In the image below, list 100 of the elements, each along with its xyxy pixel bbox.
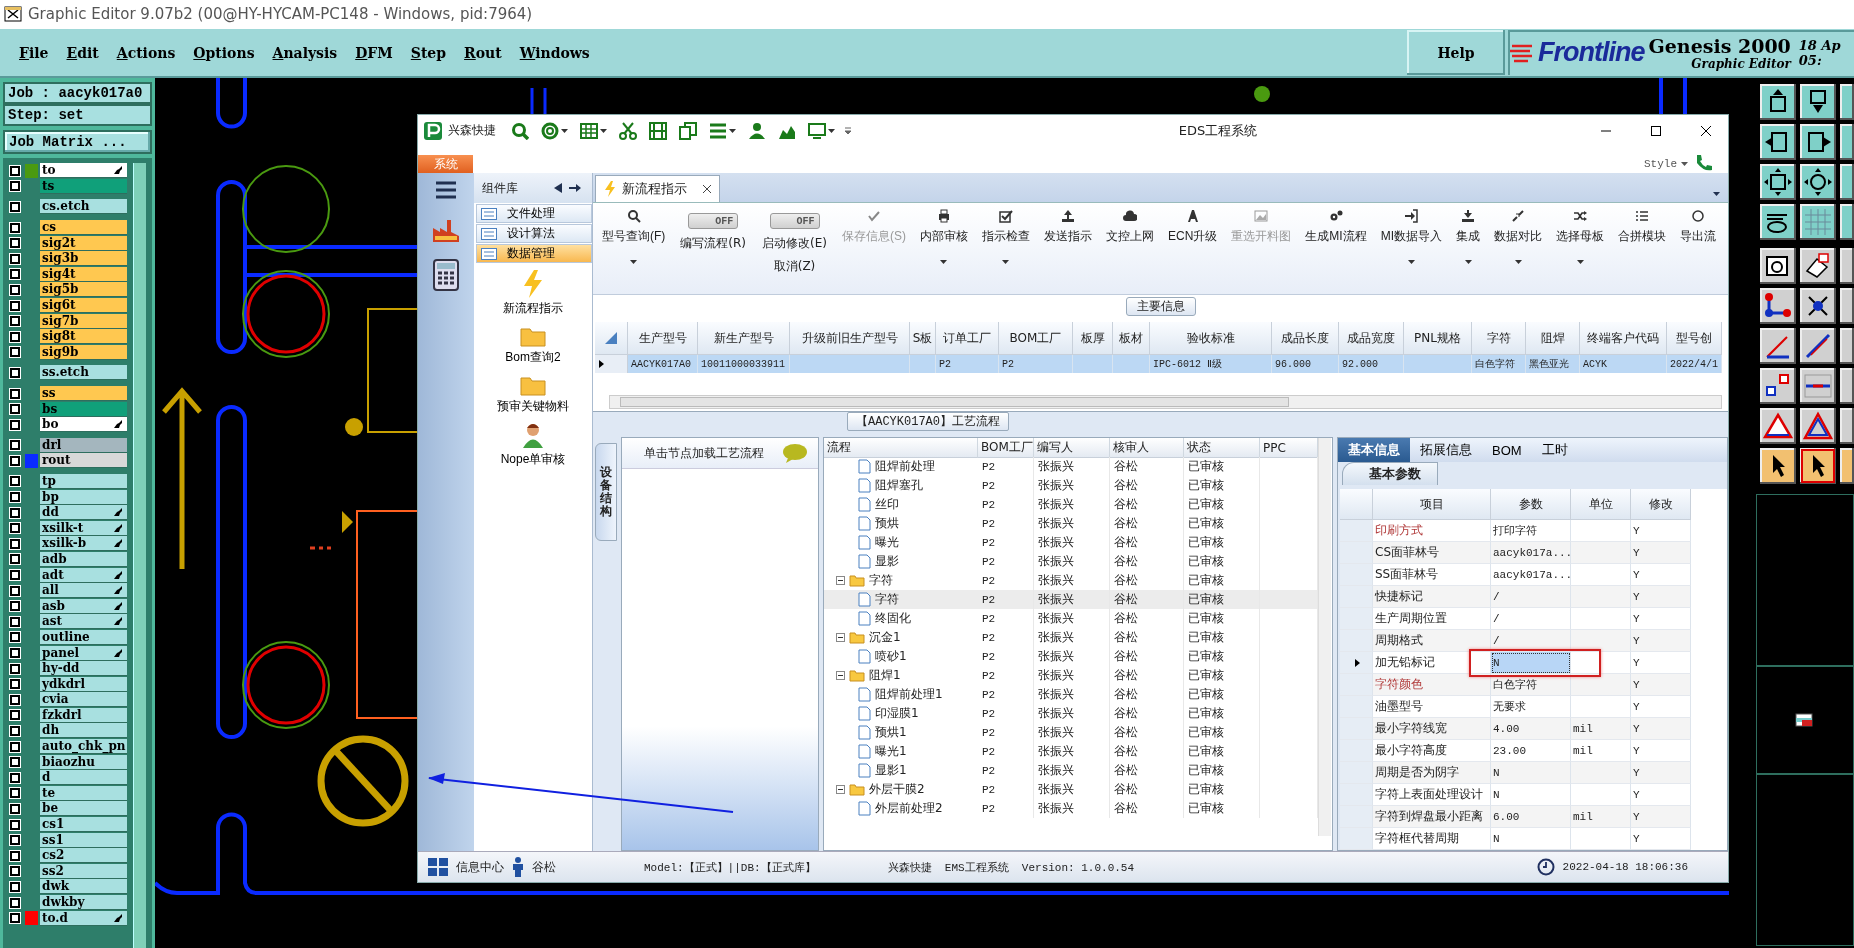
layer-checkbox[interactable] xyxy=(10,850,20,861)
job-matrix-button[interactable]: Job Matrix ... xyxy=(3,130,152,154)
column-header[interactable]: 单位 xyxy=(1571,489,1631,520)
tree-row[interactable]: 曝光 P2 张振兴 谷松 已审核 xyxy=(824,533,1318,552)
layer-name[interactable]: ydkdrl xyxy=(40,676,127,692)
layer-name[interactable]: sig2t xyxy=(40,235,127,251)
layer-name[interactable]: biaozhu xyxy=(40,754,127,770)
layer-checkbox[interactable] xyxy=(10,679,20,690)
layer-checkbox[interactable] xyxy=(10,347,20,358)
tool-button[interactable] xyxy=(1760,368,1796,404)
ribbon-button[interactable]: 选择母板 xyxy=(1549,207,1611,266)
column-header[interactable]: 流程 xyxy=(824,438,978,458)
layer-name[interactable]: cvia xyxy=(40,692,127,708)
ribbon-button[interactable]: MI数据导入 xyxy=(1373,207,1449,266)
layer-name[interactable]: bs xyxy=(40,401,127,417)
layer-name[interactable]: ss1 xyxy=(40,832,127,848)
tool-button[interactable] xyxy=(1840,124,1854,160)
layer-checkbox[interactable] xyxy=(10,835,20,846)
column-header[interactable]: 项目 xyxy=(1373,489,1491,520)
tool-button[interactable] xyxy=(1760,164,1796,200)
layer-name[interactable]: adt xyxy=(40,567,127,583)
tree-row[interactable]: 显影1 P2 张振兴 谷松 已审核 xyxy=(824,761,1318,780)
layer-name[interactable]: sig4t xyxy=(40,266,127,282)
tool-button[interactable] xyxy=(1800,448,1836,484)
layer-checkbox[interactable] xyxy=(10,881,20,892)
sidebar-item[interactable]: Bom查询2 xyxy=(474,324,592,367)
tab[interactable]: BOM xyxy=(1482,438,1532,462)
layer-name[interactable]: bp xyxy=(40,489,127,505)
tree-row[interactable]: 预烘1 P2 张振兴 谷松 已审核 xyxy=(824,723,1318,742)
layer-checkbox[interactable] xyxy=(10,601,20,612)
column-header[interactable]: 成品长度 xyxy=(1272,322,1339,355)
layer-checkbox[interactable] xyxy=(10,404,20,415)
layer-checkbox[interactable] xyxy=(10,663,20,674)
layer-checkbox[interactable] xyxy=(10,222,20,233)
toolbar-button[interactable] xyxy=(676,121,700,140)
tree-row[interactable]: 阻焊1 P2 张振兴 谷松 已审核 xyxy=(824,666,1318,685)
tree-row[interactable]: 阻焊前处理 P2 张振兴 谷松 已审核 xyxy=(824,457,1318,476)
layer-name[interactable]: d xyxy=(40,770,127,786)
layer-checkbox[interactable] xyxy=(10,181,20,192)
layer-checkbox[interactable] xyxy=(10,507,20,518)
tool-button[interactable] xyxy=(1840,368,1854,404)
layer-name[interactable]: tp xyxy=(40,474,127,489)
layer-name[interactable]: ss xyxy=(40,386,127,401)
tree-row[interactable]: 曝光1 P2 张振兴 谷松 已审核 xyxy=(824,742,1318,761)
tree-row[interactable]: 终固化 P2 张振兴 谷松 已审核 xyxy=(824,609,1318,628)
layer-name[interactable]: sig9b xyxy=(40,344,127,360)
layer-name[interactable]: to xyxy=(40,163,127,179)
layer-name[interactable]: cs.etch xyxy=(40,199,127,215)
tab[interactable]: 拓展信息 xyxy=(1410,438,1482,462)
ribbon-button[interactable]: 发送指示 xyxy=(1037,207,1099,247)
layer-name[interactable]: drl xyxy=(40,437,127,453)
layer-checkbox[interactable] xyxy=(10,819,20,830)
ribbon-button[interactable]: 数据对比 xyxy=(1487,207,1549,266)
ribbon-button[interactable]: ECN升级 xyxy=(1161,207,1225,247)
side-tab[interactable]: 设备结构 xyxy=(595,443,617,541)
layer-checkbox[interactable] xyxy=(10,803,20,814)
tree-row[interactable]: 喷砂1 P2 张振兴 谷松 已审核 xyxy=(824,647,1318,666)
layer-checkbox[interactable] xyxy=(10,419,20,430)
toolbar-button[interactable] xyxy=(577,121,610,140)
collapse-icon[interactable] xyxy=(836,785,845,794)
layer-checkbox[interactable] xyxy=(10,648,20,658)
layer-name[interactable]: sig6t xyxy=(40,298,127,314)
tree-row[interactable]: 阻焊前处理1 P2 张振兴 谷松 已审核 xyxy=(824,685,1318,704)
layer-checkbox[interactable] xyxy=(10,284,20,295)
layer-checkbox[interactable] xyxy=(10,757,20,768)
layer-checkbox[interactable] xyxy=(10,165,20,176)
layer-name[interactable]: xsilk-t xyxy=(40,520,127,536)
ribbon-button[interactable]: 型号查询(F) xyxy=(595,207,673,266)
column-header[interactable]: 阻焊 xyxy=(1526,322,1580,355)
column-header[interactable]: 修改 xyxy=(1631,489,1691,520)
menu-item[interactable]: Step xyxy=(401,40,456,65)
layer-checkbox[interactable] xyxy=(10,585,20,596)
tool-button[interactable] xyxy=(1840,448,1854,484)
tool-button[interactable] xyxy=(1840,248,1854,284)
collapse-icon[interactable] xyxy=(836,633,845,642)
layer-checkbox[interactable] xyxy=(10,202,20,212)
style-button[interactable]: Style xyxy=(1638,157,1694,171)
tree-row[interactable]: 外层前处理2 P2 张振兴 谷松 已审核 xyxy=(824,799,1318,818)
layer-checkbox[interactable] xyxy=(10,538,20,549)
layer-checkbox[interactable] xyxy=(10,632,20,643)
layer-name[interactable]: dh xyxy=(40,723,127,739)
layer-name[interactable]: be xyxy=(40,801,127,817)
layer-checkbox[interactable] xyxy=(10,913,20,924)
layer-name[interactable]: sig3b xyxy=(40,251,127,267)
layer-checkbox[interactable] xyxy=(10,710,20,721)
ribbon-button[interactable]: 合拼模块 xyxy=(1611,207,1673,247)
tool-button[interactable] xyxy=(1760,248,1796,284)
tool-button[interactable] xyxy=(1800,408,1836,444)
layer-name[interactable]: ss.etch xyxy=(40,365,127,381)
column-header[interactable]: 编写人 xyxy=(1034,438,1110,458)
sidebar-group[interactable]: 文件处理 xyxy=(476,204,592,223)
layer-checkbox[interactable] xyxy=(10,741,20,752)
layer-name[interactable]: sig8t xyxy=(40,329,127,345)
ribbon-button[interactable]: 内部审核 xyxy=(913,207,975,266)
column-header[interactable]: 验收标准 xyxy=(1150,322,1272,355)
ribbon-button[interactable]: 集成 xyxy=(1449,207,1487,266)
collapse-icon[interactable] xyxy=(836,671,845,680)
sidebar-item[interactable]: 预审关键物料 xyxy=(474,373,592,416)
sidebar-group[interactable]: 设计算法 xyxy=(476,224,592,243)
toggle-switch[interactable]: OFF xyxy=(688,213,739,229)
